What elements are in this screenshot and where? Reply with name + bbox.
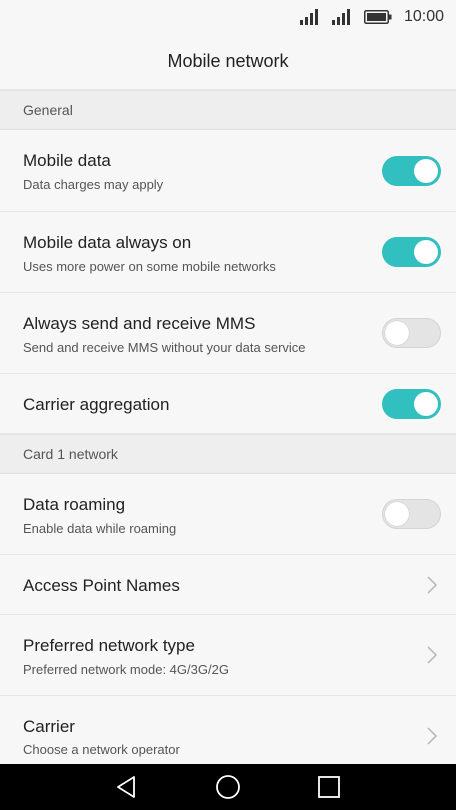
setting-preferred-network-type[interactable]: Preferred network type Preferred network…: [0, 615, 456, 696]
setting-access-point-names[interactable]: Access Point Names: [0, 555, 456, 615]
mobile-data-always-on-toggle[interactable]: [382, 237, 441, 267]
status-bar: 10:00: [0, 0, 456, 34]
setting-title: Mobile data always on: [23, 233, 192, 252]
setting-title: Access Point Names: [23, 576, 180, 595]
setting-title: Carrier aggregation: [23, 395, 170, 414]
back-icon[interactable]: [112, 772, 142, 802]
setting-title: Data roaming: [23, 495, 126, 514]
setting-title: Mobile data: [23, 151, 111, 170]
section-header-label: General: [23, 102, 73, 118]
home-icon[interactable]: [213, 772, 243, 802]
signal-icon: [299, 9, 318, 25]
signal-icon: [331, 9, 350, 25]
setting-carrier[interactable]: Carrier Choose a network operator: [0, 696, 456, 764]
toggle-knob: [414, 159, 438, 183]
setting-title: Always send and receive MMS: [23, 314, 256, 333]
setting-subtitle: Data charges may apply: [23, 177, 164, 192]
setting-subtitle: Uses more power on some mobile networks: [23, 259, 276, 274]
setting-subtitle: Send and receive MMS without your data s…: [23, 340, 306, 355]
section-header-general: General: [0, 90, 456, 130]
setting-data-roaming[interactable]: Data roaming Enable data while roaming: [0, 474, 456, 555]
mobile-data-toggle[interactable]: [382, 156, 441, 186]
setting-subtitle: Enable data while roaming: [23, 521, 177, 536]
carrier-aggregation-toggle[interactable]: [382, 389, 441, 419]
toggle-knob: [414, 392, 438, 416]
page-title: Mobile network: [167, 51, 289, 71]
toggle-knob: [385, 502, 409, 526]
recents-icon[interactable]: [314, 772, 344, 802]
navigation-bar: [0, 764, 456, 810]
section-header-label: Card 1 network: [23, 446, 118, 462]
setting-title: Carrier: [23, 717, 75, 736]
setting-subtitle: Preferred network mode: 4G/3G/2G: [23, 662, 229, 677]
setting-subtitle: Choose a network operator: [23, 742, 180, 757]
title-bar: Mobile network: [0, 34, 456, 90]
status-icons: 10:00: [299, 6, 444, 28]
always-mms-toggle[interactable]: [382, 318, 441, 348]
setting-always-mms[interactable]: Always send and receive MMS Send and rec…: [0, 293, 456, 374]
setting-title: Preferred network type: [23, 636, 195, 655]
section-header-card1: Card 1 network: [0, 434, 456, 474]
status-time: 10:00: [403, 8, 444, 25]
toggle-knob: [385, 321, 409, 345]
setting-mobile-data-always-on[interactable]: Mobile data always on Uses more power on…: [0, 212, 456, 293]
setting-carrier-aggregation[interactable]: Carrier aggregation: [0, 374, 456, 434]
toggle-knob: [414, 240, 438, 264]
setting-mobile-data[interactable]: Mobile data Data charges may apply: [0, 130, 456, 212]
data-roaming-toggle[interactable]: [382, 499, 441, 529]
chevron-right-icon: [427, 576, 438, 594]
chevron-right-icon: [427, 727, 438, 745]
battery-icon: [363, 10, 392, 24]
chevron-right-icon: [427, 646, 438, 664]
